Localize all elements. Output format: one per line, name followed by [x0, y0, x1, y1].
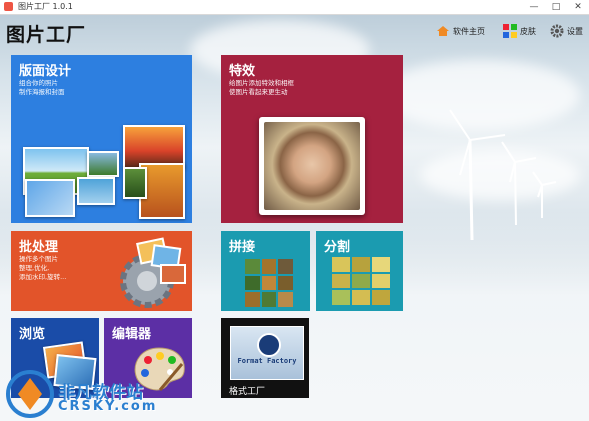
tile-design-desc-line2: 制作海报和封面	[19, 88, 65, 96]
skin-button[interactable]: 皮肤	[503, 22, 536, 40]
tile-editor-title: 编辑器	[112, 327, 152, 342]
tile-batch-desc-line2: 整理,优化,	[19, 264, 50, 272]
tile-batch-desc-line1: 操作多个图片	[19, 255, 58, 263]
tile-batch-processing[interactable]: 批处理 操作多个图片 整理,优化, 添加水印,旋转...	[11, 231, 192, 311]
tile-effects-desc-line2: 使图片看起来更生动	[229, 88, 288, 96]
tile-batch-desc: 操作多个图片 整理,优化, 添加水印,旋转...	[19, 255, 66, 282]
collage-photo-forest	[123, 167, 147, 199]
settings-button[interactable]: 设置	[550, 22, 583, 40]
tile-stitch[interactable]: 拼接	[221, 231, 310, 311]
palette-grid-icon	[503, 24, 517, 38]
collage-photo-tree	[87, 151, 119, 177]
tile-design-desc-line1: 组合你的照片	[19, 79, 58, 87]
split-photo-grid	[332, 257, 390, 305]
tile-effects-desc-line1: 给图片添加特效和相框	[229, 79, 294, 87]
close-button[interactable]: ✕	[567, 0, 589, 14]
minimize-button[interactable]: —	[523, 0, 545, 14]
app-icon	[4, 2, 13, 11]
tile-split-title: 分割	[324, 240, 351, 255]
portrait-photo	[264, 122, 360, 210]
tile-effects-desc: 给图片添加特效和相框 使图片看起来更生动	[229, 79, 294, 97]
batch-gear-photos-icon	[120, 237, 186, 308]
collage-photo-sea	[77, 177, 115, 205]
format-factory-logo: Format Factory	[230, 326, 304, 380]
stitch-photo-grid	[245, 259, 293, 307]
collage-photo-butterfly	[25, 179, 75, 217]
tile-design-title: 版面设计	[19, 64, 72, 79]
tile-split[interactable]: 分割	[316, 231, 403, 311]
home-icon	[437, 26, 449, 36]
home-link[interactable]: 软件主页	[436, 22, 485, 40]
home-link-label: 软件主页	[453, 26, 485, 36]
window-title: 图片工厂 1.0.1	[18, 2, 73, 11]
tile-format-factory[interactable]: Format Factory 格式工厂	[221, 318, 309, 398]
tile-batch-desc-line3: 添加水印,旋转...	[19, 273, 67, 281]
tile-design-desc: 组合你的照片 制作海报和封面	[19, 79, 65, 97]
skin-button-label: 皮肤	[520, 26, 536, 36]
tile-effects[interactable]: 特效 给图片添加特效和相框 使图片看起来更生动	[221, 55, 403, 223]
format-factory-logo-text: Format Factory	[237, 357, 297, 365]
watermark-site-url: CRSKY.com	[58, 399, 158, 414]
settings-button-label: 设置	[567, 26, 583, 36]
window-titlebar: 图片工厂 1.0.1 — □ ✕	[0, 0, 589, 15]
tile-format-factory-label: 格式工厂	[229, 387, 266, 397]
tile-browse-title: 浏览	[19, 327, 46, 342]
tile-effects-title: 特效	[229, 64, 256, 79]
crsky-logo-icon	[6, 370, 54, 418]
portrait-frame	[259, 117, 365, 215]
tile-stitch-title: 拼接	[229, 240, 256, 255]
app-title: 图片工厂	[6, 24, 87, 46]
tile-batch-title: 批处理	[19, 240, 59, 255]
film-reel-icon	[257, 333, 281, 357]
gear-icon	[550, 24, 564, 38]
wind-turbines-illustration	[449, 109, 557, 241]
tile-layout-design[interactable]: 版面设计 组合你的照片 制作海报和封面	[11, 55, 192, 223]
maximize-button[interactable]: □	[545, 0, 567, 14]
